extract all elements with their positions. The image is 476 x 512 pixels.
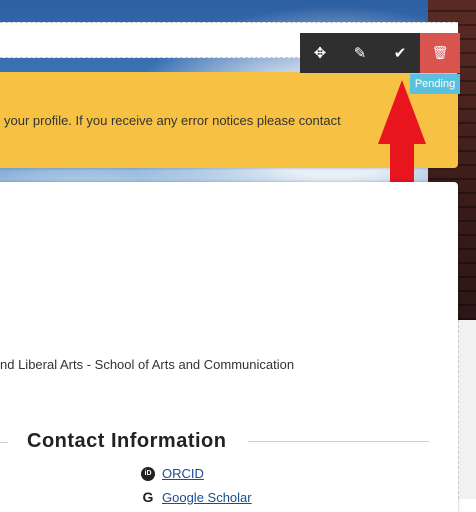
- edit-button[interactable]: ✎: [340, 33, 380, 73]
- profile-card: [0, 182, 458, 512]
- divider-left: [0, 442, 8, 443]
- orcid-link[interactable]: ORCID: [162, 466, 204, 481]
- checkmark-icon: ✔: [393, 45, 407, 62]
- block-toolbar: ✥ ✎ ✔ 🗑: [300, 33, 460, 73]
- orcid-icon: iD: [141, 466, 155, 481]
- alert-text: your profile. If you receive any error n…: [4, 113, 341, 128]
- approve-button[interactable]: ✔: [380, 33, 420, 73]
- contact-heading: Contact Information: [27, 430, 227, 452]
- delete-button[interactable]: 🗑: [420, 33, 460, 73]
- google-scholar-link[interactable]: Google Scholar: [162, 490, 252, 505]
- trash-icon: 🗑: [431, 45, 449, 60]
- move-button[interactable]: ✥: [300, 33, 340, 73]
- google-icon: G: [142, 489, 154, 505]
- google-scholar-link-row: G Google Scholar: [141, 489, 252, 505]
- orcid-link-row: iD ORCID: [141, 466, 204, 481]
- edit-icon: ✎: [353, 45, 367, 62]
- divider-right: [248, 441, 429, 442]
- move-icon: ✥: [313, 45, 327, 62]
- department-text: nd Liberal Arts - School of Arts and Com…: [0, 357, 295, 372]
- page-gutter: [458, 320, 476, 499]
